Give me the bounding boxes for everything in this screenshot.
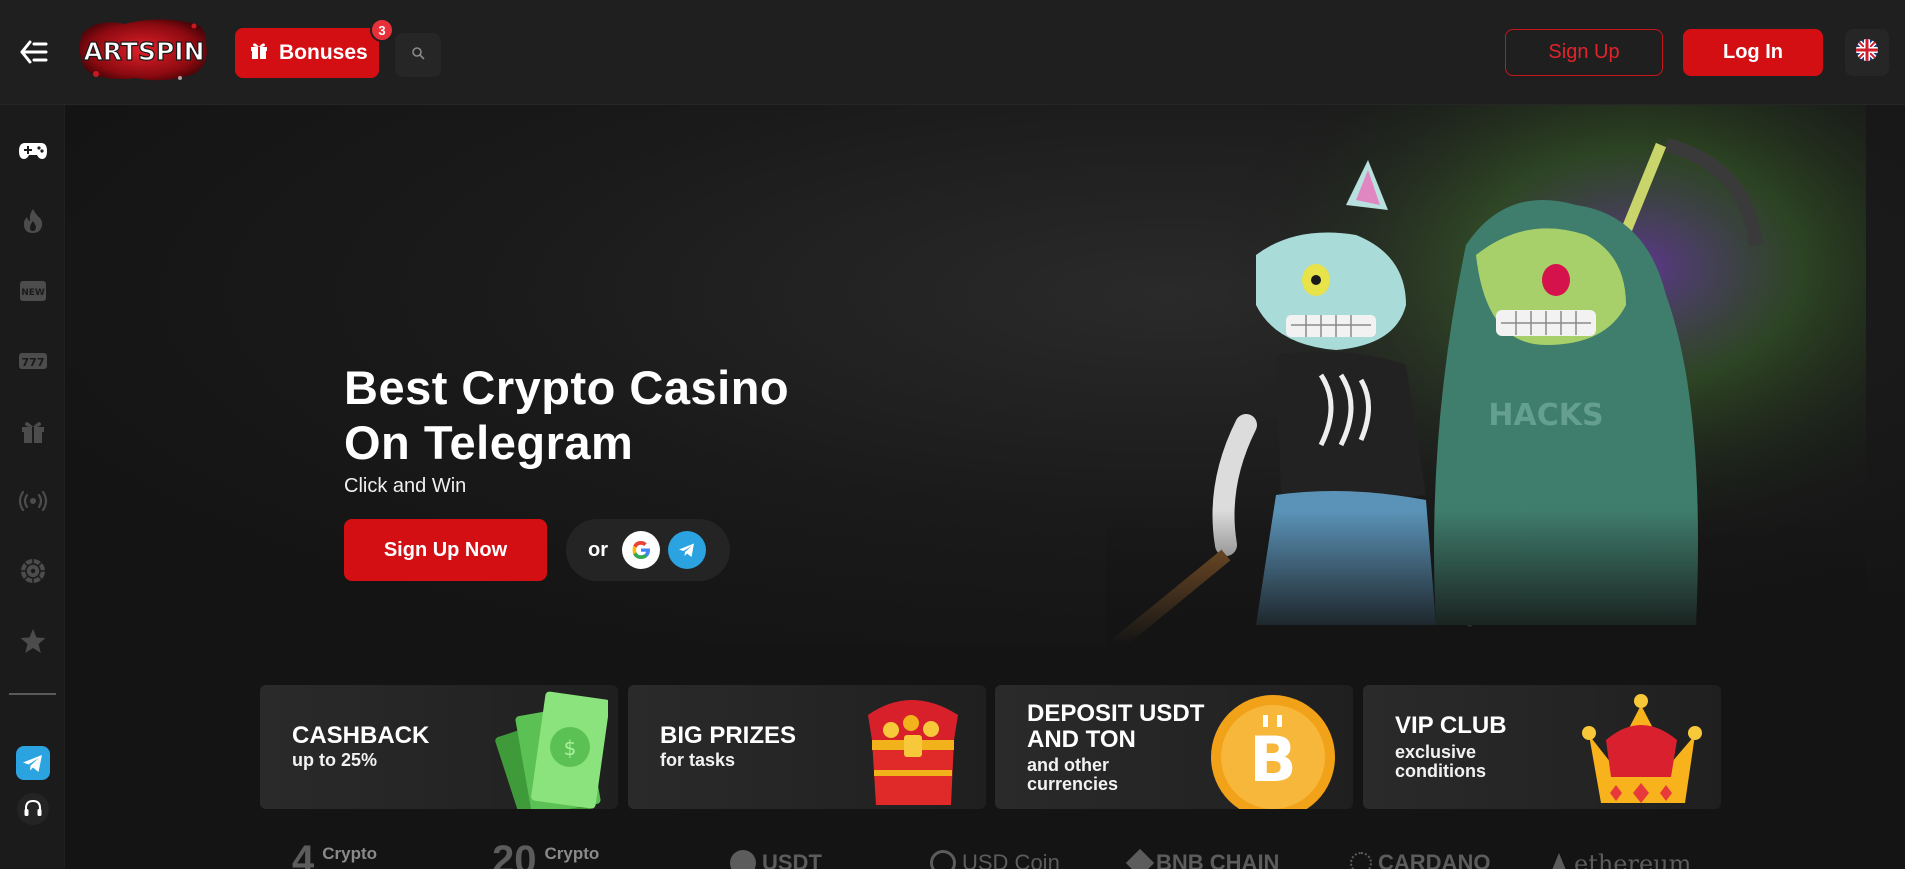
promo-title-line2: AND TON [1027,726,1136,753]
usdc-icon [930,850,956,869]
sidebar-item-new[interactable]: NEW [13,273,53,313]
promo-subtitle: and other currencies [1027,756,1118,794]
coin-ethereum: ethereum [1550,838,1691,869]
promo-title: BIG PRIZES [660,722,797,749]
social-login-group: or [566,519,730,581]
gift-icon [20,418,46,449]
signup-button[interactable]: Sign Up [1505,29,1663,76]
hero-title-line2: On Telegram [344,416,634,469]
coin-label: USD Coin [962,850,1060,869]
coin-usd-coin: USD Coin [930,838,1060,869]
sidebar-telegram-link[interactable] [13,745,53,785]
hero-subtitle: Click and Win [344,475,467,497]
language-selector[interactable] [1845,29,1889,76]
artspin-logo[interactable]: ARTSPIN [76,14,212,84]
cash-stack-icon: $ [495,691,608,809]
treasure-chest-icon [868,700,958,805]
signup-now-button[interactable]: Sign Up Now [344,519,547,581]
stat-crypto-count: 20 Crypto [492,838,599,869]
sidebar: NEW 777 [0,105,65,869]
google-login-icon[interactable] [622,531,660,569]
hero-title-line1: Best Crypto Casino [344,361,790,414]
crown-icon [1582,694,1702,803]
telegram-login-icon[interactable] [668,531,706,569]
uk-flag-icon [1855,38,1879,67]
new-icon: NEW [19,280,47,307]
svg-text:$: $ [564,736,577,760]
promo-subtitle-line1: exclusive [1395,742,1477,762]
stat-crypto-count: 4 Crypto [292,838,377,869]
headset-support-icon [16,792,50,831]
coin-label: BNB CHAIN [1156,850,1280,869]
svg-text:B: B [1249,723,1296,796]
gamepad-icon [18,140,48,167]
svg-text:ARTSPIN: ARTSPIN [83,37,204,66]
fire-icon [22,208,44,239]
promo-title: VIP CLUB [1395,712,1507,739]
bonuses-label: Bonuses [279,41,368,64]
promo-subtitle-line2: currencies [1027,774,1119,794]
promo-title: DEPOSIT USDT AND TON [1027,701,1204,753]
sidebar-item-games[interactable] [13,133,53,173]
coin-bnb-chain: BNB CHAIN [1125,838,1280,869]
search-icon [411,46,425,65]
sidebar-item-slots[interactable]: 777 [13,343,53,383]
promo-card-vip-club[interactable]: VIP CLUB exclusive conditions [1363,685,1721,809]
currency-strip: 4 Crypto 20 Crypto USDT USD Coin BNB CHA… [260,838,1700,869]
sidebar-item-favorites[interactable] [13,623,53,663]
svg-text:NEW: NEW [21,288,45,298]
promo-card-big-prizes[interactable]: BIG PRIZES for tasks [628,685,986,809]
hero-banner: HACKS Best Crypto Casino On Telegram Cli… [66,105,1905,645]
ethereum-icon [1550,853,1568,869]
menu-collapse-icon[interactable] [18,38,50,66]
stat-label: Crypto [544,844,600,863]
or-label: or [588,538,608,561]
hero-title: Best Crypto Casino On Telegram [344,360,904,470]
bnb-icon [1125,848,1155,869]
stat-number: 20 [492,838,537,869]
promo-subtitle-line1: and other [1027,755,1110,775]
star-icon [19,627,47,660]
sidebar-item-roulette[interactable] [13,553,53,593]
coin-cardano: CARDANO [1350,838,1490,869]
promo-title-line1: DEPOSIT USDT [1027,700,1205,727]
sidebar-divider [9,693,56,695]
telegram-icon [16,745,50,785]
promo-title: CASHBACK [292,722,430,749]
sidebar-item-hot[interactable] [13,203,53,243]
promo-subtitle: for tasks [660,750,736,770]
roulette-icon [20,558,46,589]
sidebar-item-live[interactable] [13,483,53,523]
stat-number: 4 [292,838,315,869]
usdt-icon [730,850,756,869]
coin-label: ethereum [1574,850,1692,869]
login-button[interactable]: Log In [1683,29,1823,76]
coin-usdt: USDT [730,838,822,869]
promo-subtitle: exclusive conditions [1395,743,1486,781]
gift-icon [249,40,269,66]
promo-subtitle: up to 25% [292,750,378,770]
cardano-icon [1350,852,1372,869]
coin-label: USDT [762,850,822,869]
live-broadcast-icon [18,490,48,517]
svg-text:777: 777 [22,356,45,369]
slots-777-icon: 777 [18,351,48,376]
stat-label: Crypto [322,844,378,863]
search-button[interactable] [395,33,441,77]
bitcoin-coin-icon: B [1211,695,1335,809]
hero-skeleton-characters-illustration: HACKS [1106,105,1866,645]
bonuses-count-badge: 3 [370,18,394,42]
promo-subtitle-line2: conditions [1395,761,1486,781]
promo-card-cashback[interactable]: CASHBACK up to 25% $ [260,685,618,809]
bonuses-button[interactable]: Bonuses 3 [235,18,394,78]
top-header: ARTSPIN Bonuses 3 Sign Up Log In [0,0,1905,105]
coin-label: CARDANO [1378,850,1491,869]
promo-card-deposit[interactable]: DEPOSIT USDT AND TON and other currencie… [995,685,1353,809]
sidebar-item-bonuses[interactable] [13,413,53,453]
sidebar-support-link[interactable] [13,791,53,831]
